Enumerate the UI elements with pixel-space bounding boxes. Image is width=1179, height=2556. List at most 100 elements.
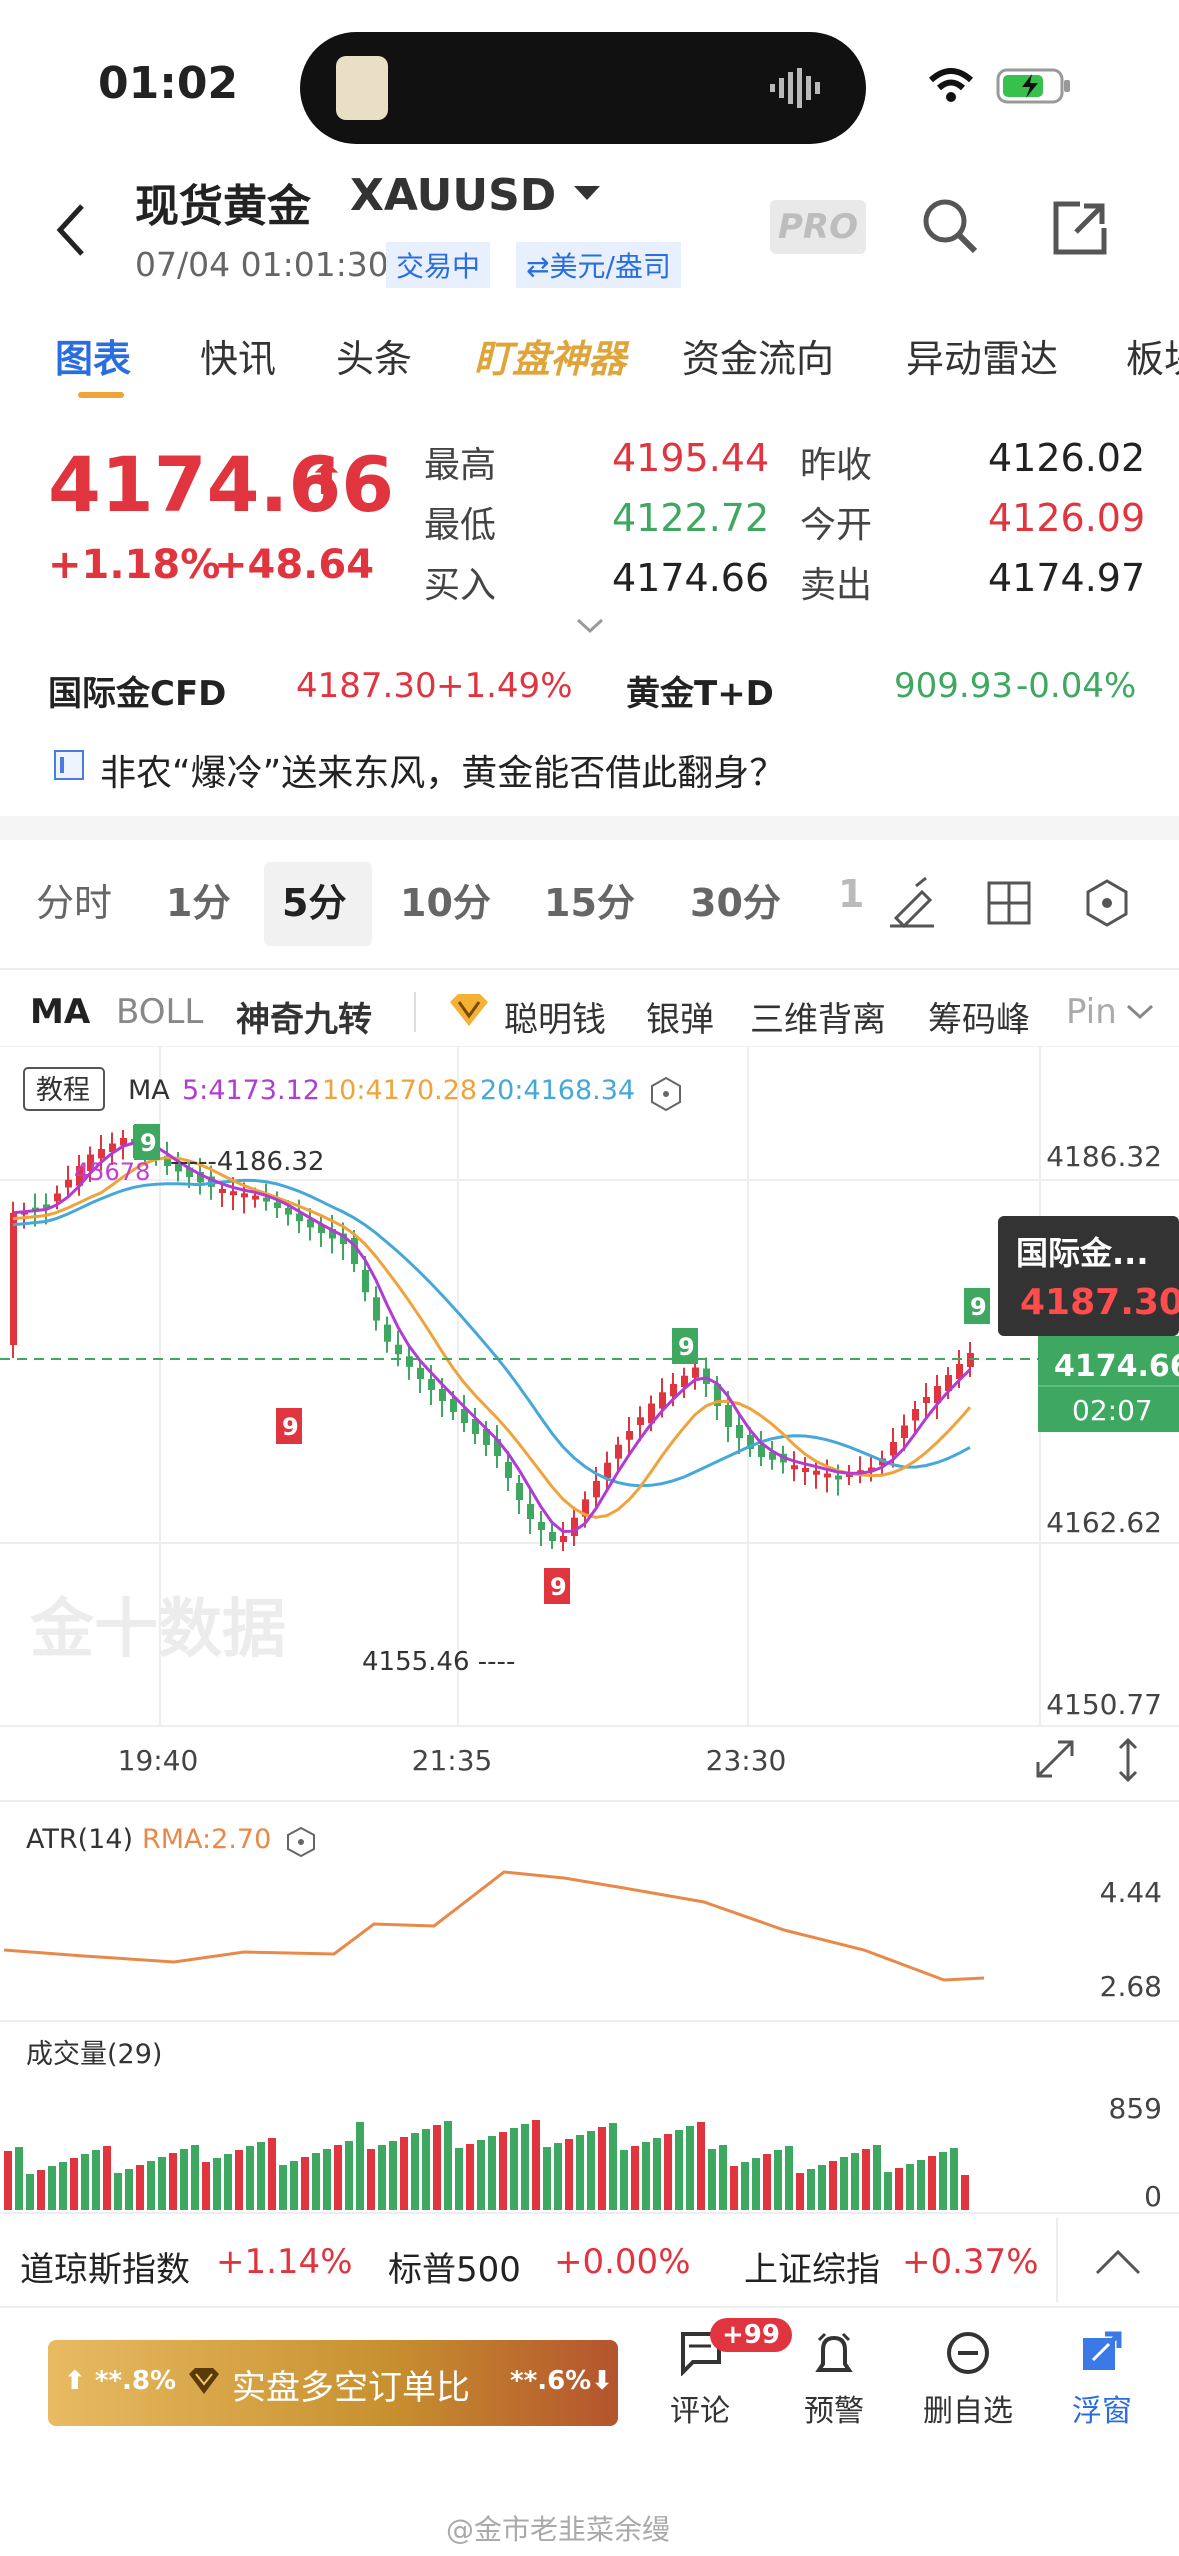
tab-monitor[interactable]: 盯盘神器: [474, 328, 626, 383]
related-name[interactable]: 黄金T+D: [626, 666, 774, 715]
candle: [692, 1367, 699, 1378]
tab-headlines[interactable]: 头条: [336, 328, 412, 383]
volume-bar: [114, 2173, 122, 2210]
news-headline[interactable]: 非农“爆冷”送来东风，黄金能否借此翻身？: [100, 744, 785, 796]
period-tab[interactable]: 1分: [166, 872, 230, 927]
candle: [439, 1389, 446, 1401]
nine-turn-nine: 9: [550, 1573, 567, 1601]
ma20-value: 20:4168.34: [480, 1075, 635, 1106]
x-tick: 23:30: [706, 1744, 787, 1777]
atr-rma: RMA:2.70: [142, 1824, 272, 1855]
tab-radar[interactable]: 异动雷达: [906, 328, 1058, 383]
period-tab-selected[interactable]: 5分: [282, 872, 346, 927]
volume-bar: [620, 2150, 628, 2210]
volume-bar: [675, 2130, 683, 2210]
nav-label: 删自选: [923, 2394, 1013, 2429]
callout-name: 国际金...: [1016, 1234, 1148, 1272]
indicator-nine-turn[interactable]: 神奇九转: [236, 992, 372, 1041]
y-tick: 4186.32: [1046, 1140, 1162, 1173]
tab-flash[interactable]: 快讯: [200, 328, 276, 383]
tab-chart[interactable]: 图表: [55, 328, 131, 383]
candle: [252, 1195, 259, 1200]
related-price: 909.93: [894, 666, 1013, 706]
index-name[interactable]: 上证综指: [744, 2242, 880, 2291]
stat-label: 昨收: [800, 445, 873, 486]
index-name[interactable]: 标普500: [388, 2242, 521, 2291]
share-icon[interactable]: [1050, 198, 1110, 258]
volume-bar: [312, 2153, 320, 2210]
caret-down-icon[interactable]: [574, 186, 600, 204]
candle: [10, 1212, 17, 1345]
nav-remove-watchlist[interactable]: 删自选: [908, 2330, 1028, 2430]
period-tab[interactable]: 1: [838, 872, 864, 916]
long-percent: ⬆ **.8%: [64, 2366, 177, 2396]
nav-label: 浮窗: [1072, 2394, 1132, 2429]
candle: [901, 1425, 908, 1438]
search-icon[interactable]: [920, 196, 980, 256]
volume-bar: [488, 2136, 496, 2210]
candle: [912, 1409, 919, 1421]
fullscreen-icon[interactable]: [1036, 1740, 1074, 1778]
expand-chevron-icon[interactable]: [576, 618, 604, 634]
back-icon[interactable]: [52, 200, 92, 260]
ma5-value: 5:4173.12: [182, 1075, 320, 1106]
candle: [703, 1368, 710, 1384]
nav-alert[interactable]: 预警: [774, 2330, 894, 2430]
candle: [626, 1431, 633, 1440]
layout-grid-icon[interactable]: [986, 880, 1032, 926]
draw-tool-icon[interactable]: [886, 876, 938, 928]
candles-group: [10, 1125, 974, 1551]
ma10-value: 10:4170.28: [322, 1075, 477, 1106]
chart-settings-icon[interactable]: [1082, 878, 1132, 928]
screen: 01:02 现货黄金 XAUUSD 07/04 01:01:30 交易中 ⇄美元…: [0, 0, 1179, 2556]
volume-bar: [532, 2120, 540, 2210]
candle: [923, 1397, 930, 1403]
indicator-pin[interactable]: Pin: [1066, 992, 1117, 1032]
indicator-chip-peak[interactable]: 筹码峰: [928, 992, 1030, 1041]
news-icon: [54, 750, 84, 780]
tab-capital-flow[interactable]: 资金流向: [682, 328, 834, 383]
indicator-ma[interactable]: MA: [30, 992, 90, 1032]
volume-bar: [719, 2145, 727, 2210]
y-tick: 4162.62: [1046, 1506, 1162, 1539]
candle: [417, 1367, 424, 1379]
volume-bar: [301, 2157, 309, 2210]
volume-bar: [422, 2129, 430, 2210]
atr-line: [3, 1870, 985, 1982]
stat-label: 今开: [800, 505, 873, 546]
volume-bar: [345, 2141, 353, 2210]
candle: [395, 1344, 402, 1355]
candle: [428, 1379, 435, 1390]
period-tab[interactable]: 10分: [400, 872, 491, 927]
tab-sectors[interactable]: 板块: [1126, 328, 1179, 383]
tutorial-label[interactable]: 教程: [36, 1075, 90, 1106]
diamond-icon: [189, 2368, 219, 2394]
stat-label: 买入: [424, 565, 497, 606]
kline-chart[interactable]: 金十数据 45678 9 9 9 9 9 -----4186.32 4155.4…: [0, 1046, 1179, 1806]
indicator-silver-bullet[interactable]: 银弹: [646, 992, 714, 1041]
indicator-divergence[interactable]: 三维背离: [750, 992, 886, 1041]
period-tab[interactable]: 15分: [544, 872, 635, 927]
related-name[interactable]: 国际金CFD: [48, 666, 226, 715]
atr-settings-icon[interactable]: [286, 1826, 316, 1858]
chevron-down-icon[interactable]: [1126, 1004, 1154, 1020]
chevron-up-icon[interactable]: [1094, 2248, 1142, 2276]
atr-chart: 4.44 2.68: [3, 1870, 1162, 2003]
volume-bar: [741, 2162, 749, 2210]
vertical-scale-icon[interactable]: [1118, 1737, 1138, 1783]
symbol-selector[interactable]: XAUUSD: [350, 170, 556, 221]
candle: [725, 1405, 732, 1427]
volume-bar: [730, 2166, 738, 2210]
nav-float-window[interactable]: 浮窗: [1042, 2330, 1162, 2430]
pro-badge[interactable]: PRO: [770, 200, 866, 254]
candle: [538, 1522, 545, 1530]
period-tab[interactable]: 分时: [36, 872, 112, 927]
indicator-boll[interactable]: BOLL: [116, 992, 203, 1032]
currency-unit-badge[interactable]: ⇄美元/盎司: [516, 242, 681, 288]
index-name[interactable]: 道琼斯指数: [20, 2242, 190, 2291]
indicator-smart-money[interactable]: 聪明钱: [504, 992, 606, 1041]
ma-settings-icon[interactable]: [651, 1076, 681, 1112]
nine-turn-nine: 9: [970, 1293, 987, 1321]
atr-y-tick: 2.68: [1100, 1970, 1162, 2003]
period-tab[interactable]: 30分: [690, 872, 781, 927]
